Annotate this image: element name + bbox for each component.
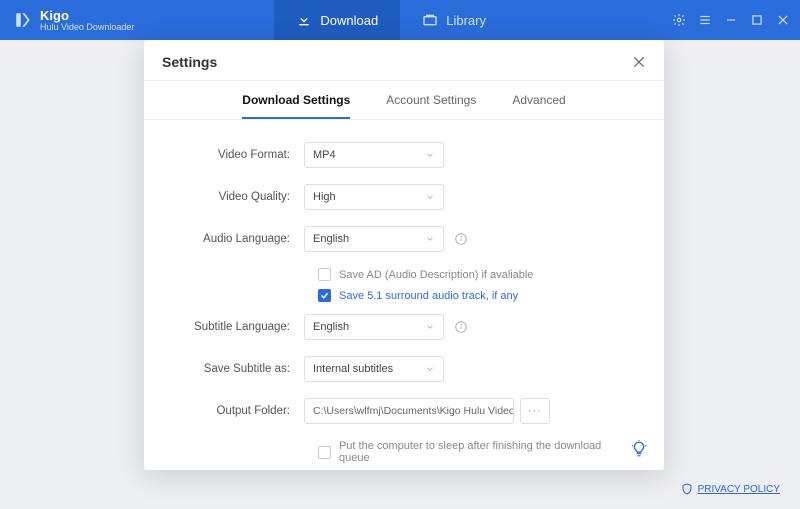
check-sleep-after[interactable]: Put the computer to sleep after finishin… [318, 440, 634, 464]
browse-button[interactable]: ··· [520, 398, 550, 424]
output-folder-input[interactable]: C:\Users\wlfmj\Documents\Kigo Hulu Video… [304, 398, 514, 424]
tab-account-settings[interactable]: Account Settings [386, 93, 476, 119]
privacy-policy-label: PRIVACY POLICY [698, 484, 780, 495]
checkbox-save-ad[interactable] [318, 268, 331, 281]
select-video-quality-value: High [313, 191, 336, 203]
label-subtitle-language: Subtitle Language: [174, 321, 304, 333]
checkbox-save-surround[interactable] [318, 289, 331, 302]
main-nav: Download Library [274, 0, 508, 40]
select-video-format[interactable]: MP4 [304, 142, 444, 168]
output-folder-value: C:\Users\wlfmj\Documents\Kigo Hulu Video… [313, 405, 514, 417]
chevron-down-icon [425, 364, 435, 374]
label-save-subtitle-as: Save Subtitle as: [174, 363, 304, 375]
menu-icon[interactable] [698, 13, 712, 27]
settings-gear-icon[interactable] [672, 13, 686, 27]
brand-logo-icon [14, 11, 32, 29]
check-save-surround[interactable]: Save 5.1 surround audio track, if any [318, 289, 634, 302]
window-controls [672, 13, 800, 27]
label-output-folder: Output Folder: [174, 405, 304, 417]
close-window-icon[interactable] [776, 13, 790, 27]
info-icon[interactable] [454, 320, 468, 334]
chevron-down-icon [425, 192, 435, 202]
brand-subtitle: Hulu Video Downloader [40, 23, 134, 32]
lightbulb-icon[interactable] [630, 440, 648, 458]
nav-library-label: Library [446, 13, 486, 28]
select-subtitle-language-value: English [313, 321, 349, 333]
shield-icon [681, 483, 693, 495]
nav-library[interactable]: Library [400, 0, 508, 40]
minimize-icon[interactable] [724, 13, 738, 27]
tab-advanced[interactable]: Advanced [512, 93, 565, 119]
tab-download-settings[interactable]: Download Settings [242, 93, 350, 119]
checkbox-sleep-after[interactable] [318, 446, 331, 459]
info-icon[interactable] [454, 232, 468, 246]
titlebar: Kigo Hulu Video Downloader Download Libr… [0, 0, 800, 40]
privacy-policy-link[interactable]: PRIVACY POLICY [681, 483, 780, 495]
modal-title: Settings [162, 54, 217, 70]
nav-download[interactable]: Download [274, 0, 400, 40]
label-video-format: Video Format: [174, 149, 304, 161]
select-video-format-value: MP4 [313, 149, 336, 161]
chevron-down-icon [425, 234, 435, 244]
select-save-subtitle-as-value: Internal subtitles [313, 363, 393, 375]
settings-tabs: Download Settings Account Settings Advan… [144, 81, 664, 120]
select-save-subtitle-as[interactable]: Internal subtitles [304, 356, 444, 382]
library-icon [422, 12, 438, 28]
close-icon[interactable] [632, 55, 646, 69]
chevron-down-icon [425, 150, 435, 160]
check-save-ad[interactable]: Save AD (Audio Description) if avaliable [318, 268, 634, 281]
select-audio-language-value: English [313, 233, 349, 245]
chevron-down-icon [425, 322, 435, 332]
settings-modal: Settings Download Settings Account Setti… [144, 40, 664, 470]
select-subtitle-language[interactable]: English [304, 314, 444, 340]
download-icon [296, 12, 312, 28]
maximize-icon[interactable] [750, 13, 764, 27]
check-save-ad-label: Save AD (Audio Description) if avaliable [339, 269, 533, 281]
brand-title: Kigo [40, 9, 134, 22]
settings-form: Video Format: MP4 Video Quality: High Au… [144, 120, 664, 470]
check-sleep-after-label: Put the computer to sleep after finishin… [339, 440, 634, 464]
label-audio-language: Audio Language: [174, 233, 304, 245]
modal-header: Settings [144, 40, 664, 81]
label-video-quality: Video Quality: [174, 191, 304, 203]
check-save-surround-label: Save 5.1 surround audio track, if any [339, 290, 518, 302]
select-audio-language[interactable]: English [304, 226, 444, 252]
select-video-quality[interactable]: High [304, 184, 444, 210]
nav-download-label: Download [320, 13, 378, 28]
brand: Kigo Hulu Video Downloader [0, 9, 134, 32]
